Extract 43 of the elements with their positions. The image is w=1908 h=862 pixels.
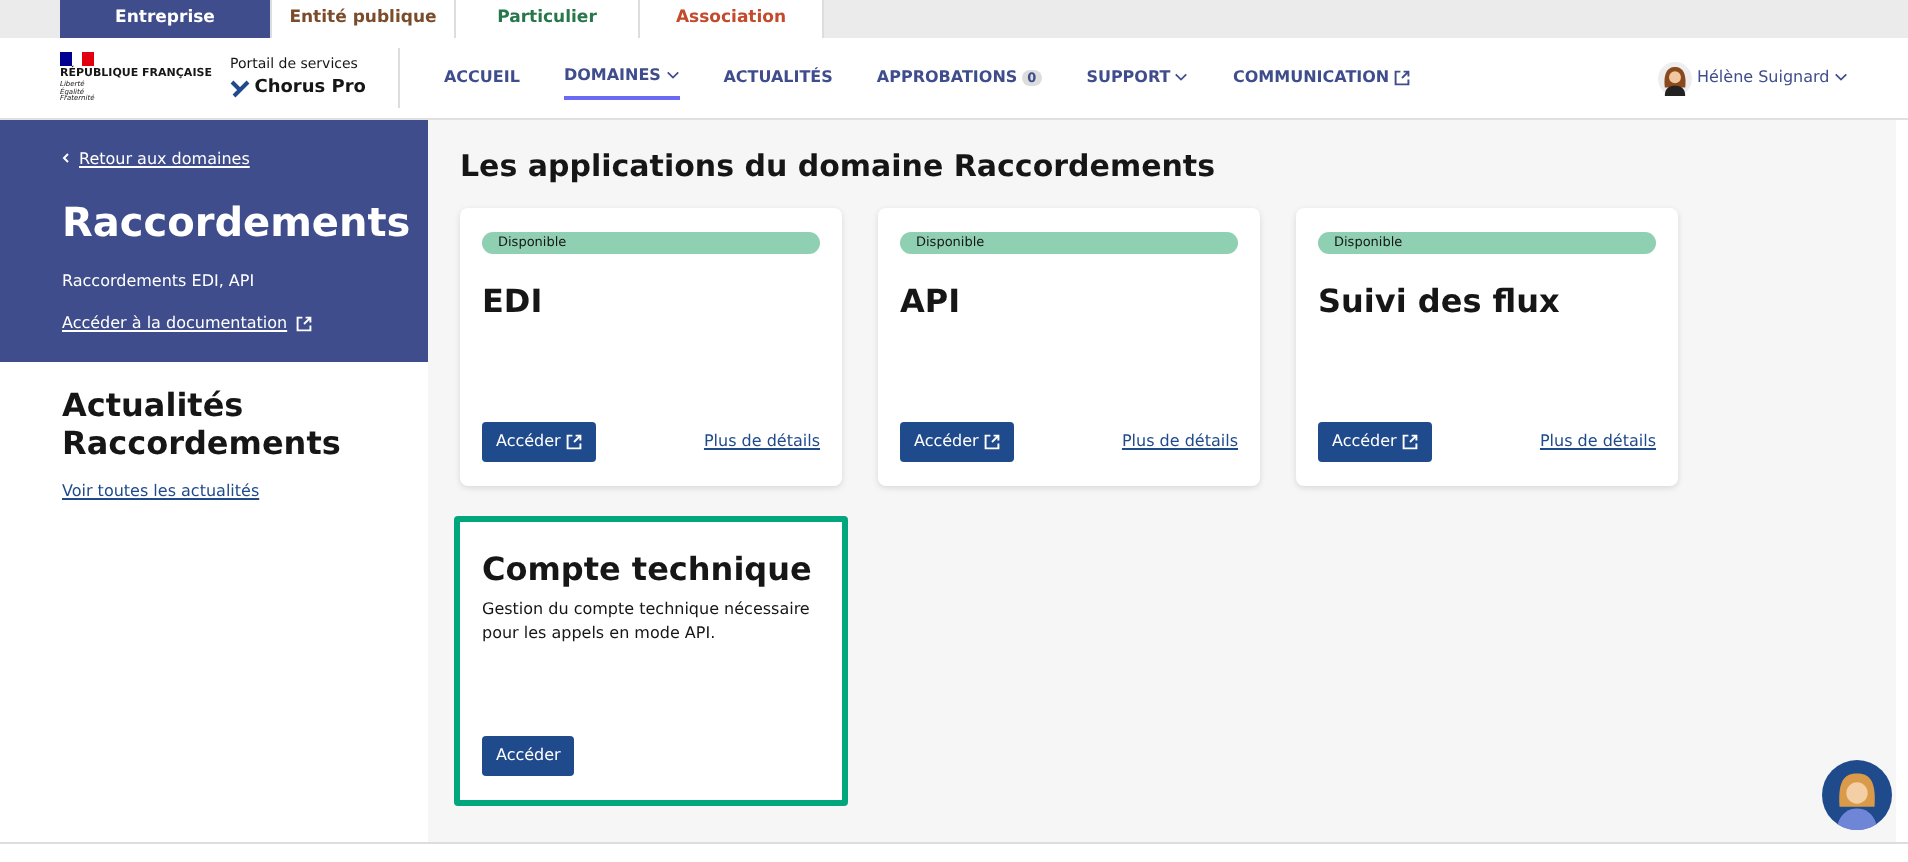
nav-link[interactable]: COMMUNICATION bbox=[1232, 58, 1410, 98]
nav-link[interactable]: SUPPORT bbox=[1086, 58, 1189, 98]
access-button[interactable]: Accéder bbox=[1318, 421, 1432, 461]
external-link-icon bbox=[296, 315, 313, 331]
page-heading: Les applications du domaine Raccordements bbox=[460, 146, 1218, 188]
details-link[interactable]: Plus de détails bbox=[1539, 429, 1656, 453]
access-button[interactable]: Accéder bbox=[482, 421, 596, 461]
card-description: Gestion du compte technique nécessaire pour les appels en mode API. bbox=[482, 597, 812, 646]
sidebar-subtitle: Raccordements EDI, API bbox=[62, 269, 257, 293]
nav-link[interactable]: DOMAINES bbox=[563, 56, 680, 100]
access-button[interactable]: Accéder bbox=[900, 421, 1014, 461]
details-link[interactable]: Plus de détails bbox=[1121, 429, 1238, 453]
external-link-icon bbox=[1401, 433, 1418, 449]
caret-icon bbox=[665, 70, 680, 81]
back-link[interactable]: Retour aux domaines bbox=[79, 148, 250, 172]
sidebar-title: Raccordements bbox=[62, 195, 413, 249]
audience-tab[interactable]: Particulier bbox=[456, 0, 640, 38]
details-link[interactable]: Plus de détails bbox=[703, 429, 820, 453]
avatar-icon bbox=[1658, 61, 1693, 95]
chevron-left-icon bbox=[62, 152, 70, 164]
access-button[interactable]: Accéder bbox=[482, 735, 575, 775]
external-link-icon bbox=[983, 433, 1000, 449]
external-link-icon bbox=[1393, 69, 1410, 86]
assistant-avatar-icon[interactable] bbox=[1822, 760, 1892, 830]
nav-link[interactable]: ACTUALITÉS bbox=[723, 58, 833, 98]
news-title: Actualités Raccordements bbox=[62, 386, 342, 463]
portal-name: Chorus Pro bbox=[254, 75, 366, 101]
documentation-link[interactable]: Accéder à la documentation bbox=[62, 311, 288, 335]
user-menu[interactable]: Hélène Suignard bbox=[1696, 58, 1848, 98]
caret-icon bbox=[1834, 72, 1848, 83]
card-title: EDI bbox=[482, 280, 545, 325]
audience-tab[interactable]: Association bbox=[640, 0, 824, 38]
nav-link[interactable]: ACCUEIL bbox=[443, 58, 520, 98]
news-link[interactable]: Voir toutes les actualités bbox=[62, 480, 260, 505]
card-title: API bbox=[900, 280, 963, 325]
external-link-icon bbox=[565, 433, 582, 449]
flag-icon bbox=[60, 51, 94, 66]
audience-tab[interactable]: Entité publique bbox=[272, 0, 456, 38]
card-title: Suivi des flux bbox=[1318, 280, 1562, 325]
chorus-logo-icon bbox=[229, 79, 250, 98]
card-title: Compte technique bbox=[482, 547, 814, 591]
audience-tab[interactable]: Entreprise bbox=[60, 0, 272, 38]
caret-icon bbox=[1174, 72, 1189, 83]
